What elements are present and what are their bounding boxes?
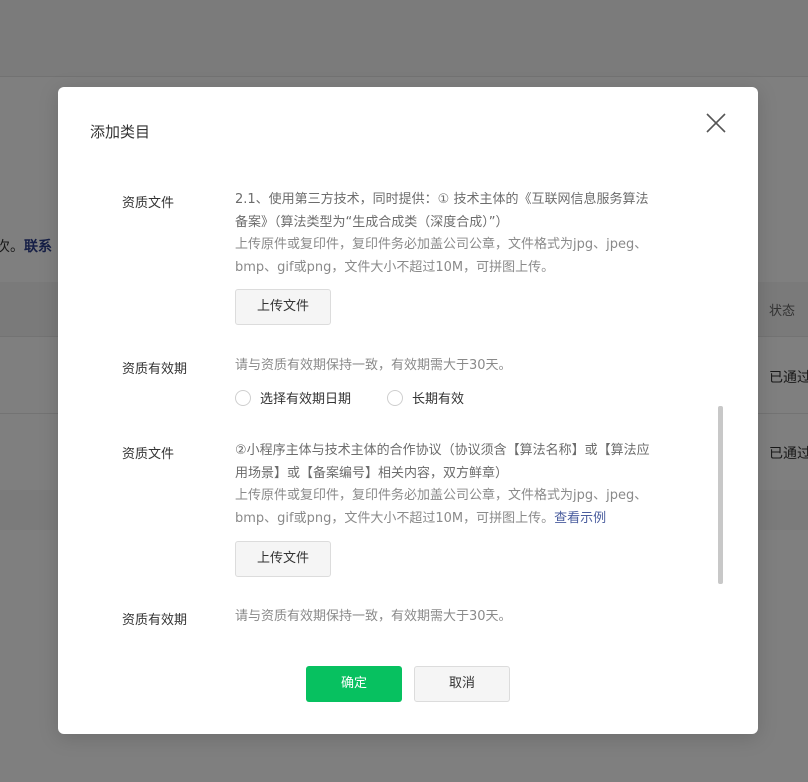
upload-file-button[interactable]: 上传文件 <box>235 541 331 577</box>
view-example-link[interactable]: 查看示例 <box>554 511 606 526</box>
description-line: bmp、gif或png，文件大小不超过10M，可拼图上传。 <box>235 510 555 526</box>
qualification-file-description: 2.1、使用第三方技术，同时提供：① 技术主体的《互联网信息服务算法 备案》（算… <box>235 189 687 279</box>
qualification-validity-label: 资质有效期 <box>122 362 188 377</box>
radio-long-term-valid[interactable]: 长期有效 <box>387 388 464 407</box>
upload-file-button[interactable]: 上传文件 <box>235 289 331 325</box>
validity-hint: 请与资质有效期保持一致，有效期需大于30天。 <box>235 609 512 624</box>
dialog-scrollbar[interactable] <box>718 406 724 584</box>
description-line: ②小程序主体与技术主体的合作协议（协议须含【算法名称】或【算法应 <box>235 443 650 458</box>
close-button[interactable] <box>704 111 728 135</box>
validity-hint: 请与资质有效期保持一致，有效期需大于30天。 <box>235 358 512 373</box>
radio-select-validity-date[interactable]: 选择有效期日期 <box>235 388 351 407</box>
cancel-button[interactable]: 取消 <box>414 666 510 702</box>
close-icon <box>706 113 726 133</box>
radio-label: 长期有效 <box>412 392 465 407</box>
description-line: 上传原件或复印件，复印件务必加盖公司公章，文件格式为jpg、jpeg、 <box>235 237 648 252</box>
radio-circle-icon <box>235 389 251 406</box>
add-category-dialog: 添加类目 资质文件 2.1、使用第三方技术，同时提供：① 技术主体的《互联网信息… <box>58 87 758 734</box>
qualification-file-label: 资质文件 <box>122 447 175 462</box>
qualification-validity-label: 资质有效期 <box>122 613 188 628</box>
description-line: 用场景】或【备案编号】相关内容，双方鲜章） <box>235 465 509 481</box>
radio-label: 选择有效期日期 <box>260 392 352 407</box>
dialog-title: 添加类目 <box>90 123 151 141</box>
qualification-file-label: 资质文件 <box>122 196 175 211</box>
dialog-scroll-body[interactable]: 资质文件 2.1、使用第三方技术，同时提供：① 技术主体的《互联网信息服务算法 … <box>58 171 758 631</box>
scrollbar-thumb[interactable] <box>718 406 723 584</box>
qualification-file-description: ②小程序主体与技术主体的合作协议（协议须含【算法名称】或【算法应 用场景】或【备… <box>235 440 687 530</box>
description-line: bmp、gif或png，文件大小不超过10M，可拼图上传。 <box>235 259 555 275</box>
description-line: 2.1、使用第三方技术，同时提供：① 技术主体的《互联网信息服务算法 <box>235 192 649 207</box>
radio-circle-icon <box>387 389 403 406</box>
confirm-button[interactable]: 确定 <box>306 666 402 702</box>
description-line: 备案》（算法类型为“生成合成类（深度合成）”） <box>235 214 509 230</box>
description-line: 上传原件或复印件，复印件务必加盖公司公章，文件格式为jpg、jpeg、 <box>235 488 648 503</box>
